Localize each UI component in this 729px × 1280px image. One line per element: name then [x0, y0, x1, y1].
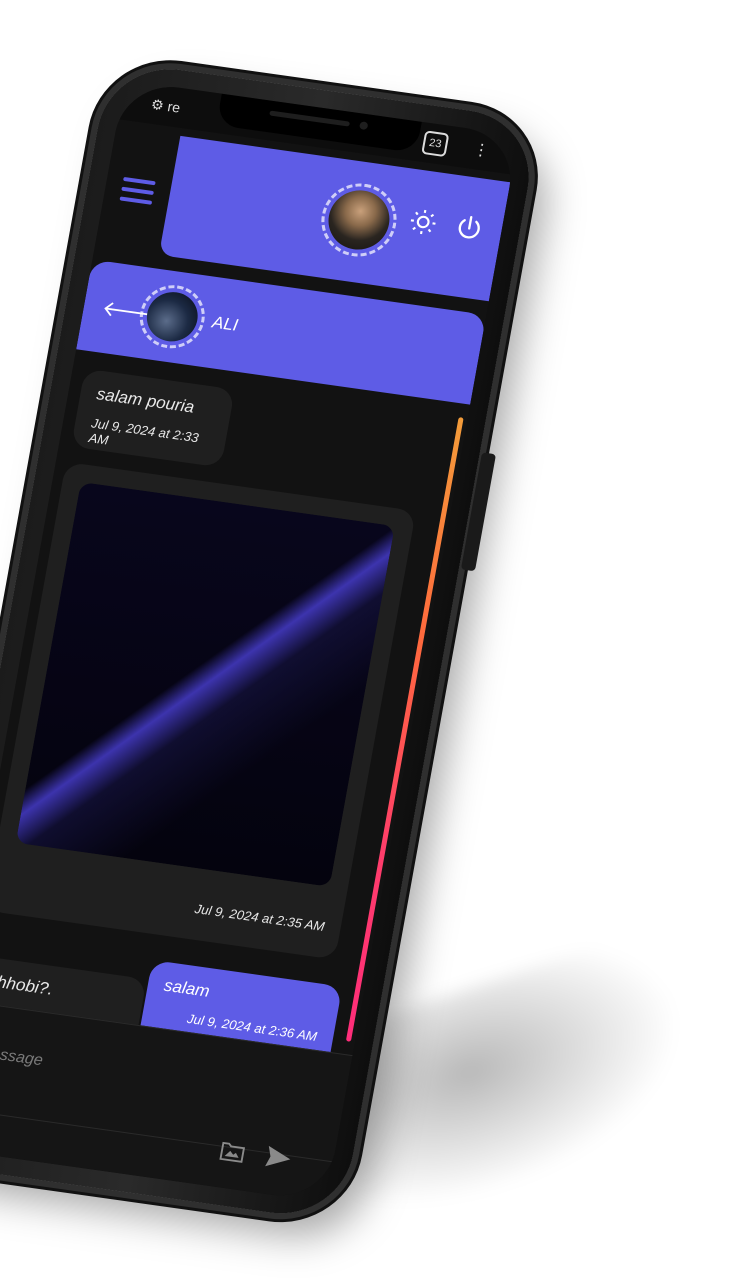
image-message-bubble[interactable]: Jul 9, 2024 at 2:35 AM	[0, 461, 417, 960]
composer-icons	[216, 1136, 295, 1174]
power-icon[interactable]	[453, 213, 486, 244]
contact-avatar-image	[142, 288, 202, 345]
top-icons	[407, 206, 486, 244]
phone-body: ⚙ re 23 ⋮ 🡐 ALI salam pouria Jul 9, 2024…	[0, 60, 541, 1223]
message-list[interactable]: salam pouria Jul 9, 2024 at 2:33 AM Jul …	[0, 349, 470, 1077]
user-avatar[interactable]	[315, 178, 403, 262]
phone-mockup: ⚙ re 23 ⋮ 🡐 ALI salam pouria Jul 9, 2024…	[0, 0, 729, 1280]
settings-icon: ⚙	[149, 96, 166, 114]
contact-avatar[interactable]	[134, 281, 210, 353]
message-input[interactable]	[0, 1033, 284, 1114]
status-right: 23 ⋮	[421, 130, 491, 163]
message-text: salam pouria	[95, 384, 196, 417]
avatar-image	[323, 186, 395, 254]
status-left: ⚙ re	[150, 96, 182, 117]
more-options-icon[interactable]: ⋮	[472, 139, 492, 161]
sun-icon[interactable]	[407, 206, 440, 237]
message-time: Jul 9, 2024 at 2:33 AM	[87, 415, 200, 448]
contact-name: ALI	[210, 312, 240, 335]
tab-count-badge[interactable]: 23	[421, 130, 450, 158]
message-text: khhobi?.	[0, 971, 55, 999]
menu-icon[interactable]	[118, 171, 156, 211]
message-bubble[interactable]: salam pouria Jul 9, 2024 at 2:33 AM	[70, 368, 235, 468]
gallery-icon[interactable]	[216, 1136, 249, 1167]
message-time: Jul 9, 2024 at 2:35 AM	[193, 901, 326, 934]
send-icon[interactable]	[262, 1142, 295, 1173]
shared-image[interactable]	[15, 481, 395, 887]
url-fragment: re	[166, 98, 182, 116]
